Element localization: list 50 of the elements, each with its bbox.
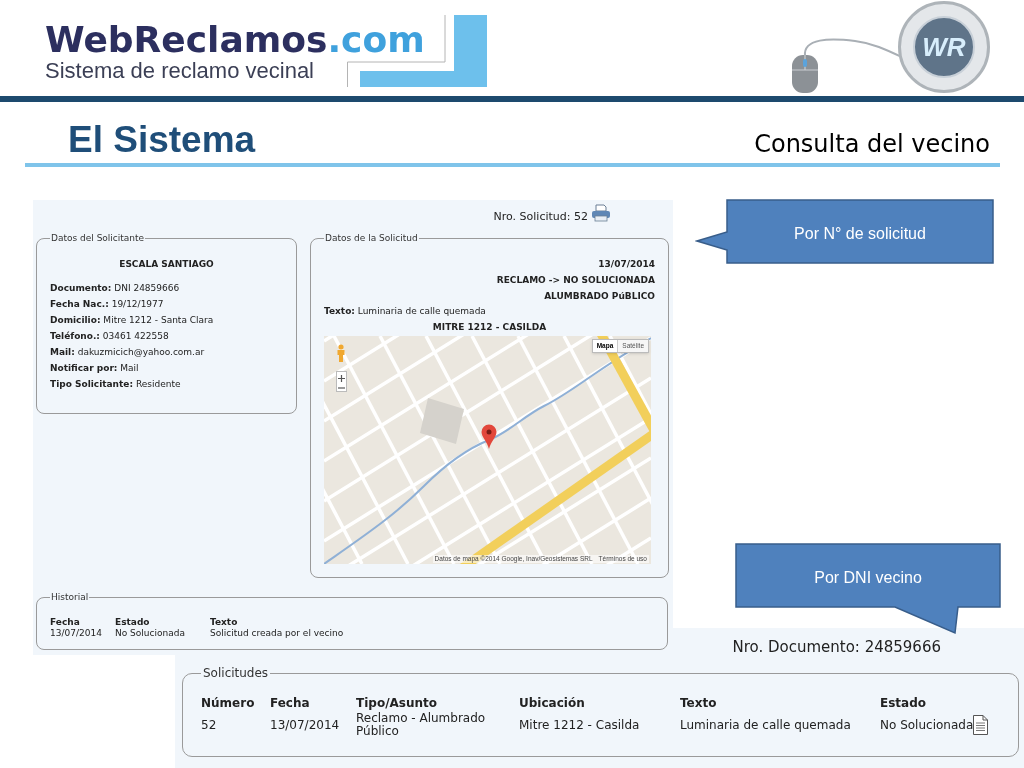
- table-cell: 52: [201, 718, 217, 732]
- column-header: Texto: [680, 696, 717, 711]
- table-cell: No Solucionada: [880, 718, 974, 732]
- column-header: Estado: [115, 617, 150, 628]
- applicant-detail: Mail: dakuzmicich@yahoo.com.ar: [50, 346, 205, 359]
- section-legend: Solicitudes: [201, 666, 271, 680]
- slide-subtitle: Consulta del vecino: [754, 130, 990, 158]
- column-header: Tipo/Asunto: [356, 696, 437, 711]
- request-date: 13/07/2014: [598, 258, 655, 271]
- printer-icon[interactable]: [591, 203, 611, 222]
- section-legend: Datos del Solicitante: [50, 233, 146, 244]
- request-address: MITRE 1212 - CASILDA: [432, 321, 547, 334]
- table-cell: Luminaria de calle quemada: [680, 718, 851, 732]
- request-number: Nro. Solicitud: 52: [493, 209, 588, 224]
- section-legend: Datos de la Solicitud: [324, 233, 419, 244]
- slide-title: El Sistema: [68, 120, 256, 160]
- minus-icon[interactable]: [338, 386, 345, 389]
- applicant-name: ESCALA SANTIAGO: [119, 258, 214, 270]
- plus-icon[interactable]: [338, 374, 345, 382]
- person-icon[interactable]: [336, 344, 346, 362]
- document-icon[interactable]: [973, 715, 989, 735]
- callout-text: Por N° de solicitud: [794, 224, 926, 244]
- section-legend: Historial: [50, 592, 90, 603]
- column-header: Número: [201, 696, 255, 711]
- column-header: Ubicación: [519, 696, 585, 711]
- logo-wordmark: WebReclamos.com: [45, 22, 425, 58]
- table-cell: 13/07/2014: [50, 628, 102, 639]
- applicant-detail: Teléfono.: 03461 422558: [50, 330, 169, 343]
- applicant-detail: Notificar por: Mail: [50, 362, 139, 375]
- request-text: Texto: Luminaria de calle quemada: [324, 305, 486, 318]
- map-pin-icon: [481, 424, 497, 449]
- applicant-detail: Tipo Solicitante: Residente: [50, 378, 181, 391]
- document-number: Nro. Documento: 24859666: [732, 638, 941, 656]
- column-header: Fecha: [50, 617, 80, 628]
- applicant-detail: Domicilio: Mitre 1212 - Santa Clara: [50, 314, 214, 327]
- table-cell: 13/07/2014: [270, 718, 340, 732]
- request-category: ALUMBRADO PúBLICO: [544, 290, 655, 303]
- logo-tagline: Sistema de reclamo vecinal: [45, 59, 314, 83]
- applicant-detail: Documento: DNI 24859666: [50, 282, 180, 295]
- logo-monogram: WR: [913, 16, 975, 78]
- table-cell: No Solucionada: [115, 628, 185, 639]
- table-cell-text: Reclamo - Alumbrado Público: [356, 712, 487, 738]
- callout-text: Por DNI vecino: [814, 568, 922, 588]
- column-header: Texto: [210, 617, 238, 628]
- table-cell: Solicitud creada por el vecino: [210, 628, 344, 639]
- column-header: Fecha: [270, 696, 310, 711]
- applicant-detail: Fecha Nac.: 19/12/1977: [50, 298, 164, 311]
- table-cell: Mitre 1212 - Casilda: [519, 718, 640, 732]
- request-status: RECLAMO -> NO SOLUCIONADA: [496, 274, 655, 287]
- column-header: Estado: [880, 696, 926, 711]
